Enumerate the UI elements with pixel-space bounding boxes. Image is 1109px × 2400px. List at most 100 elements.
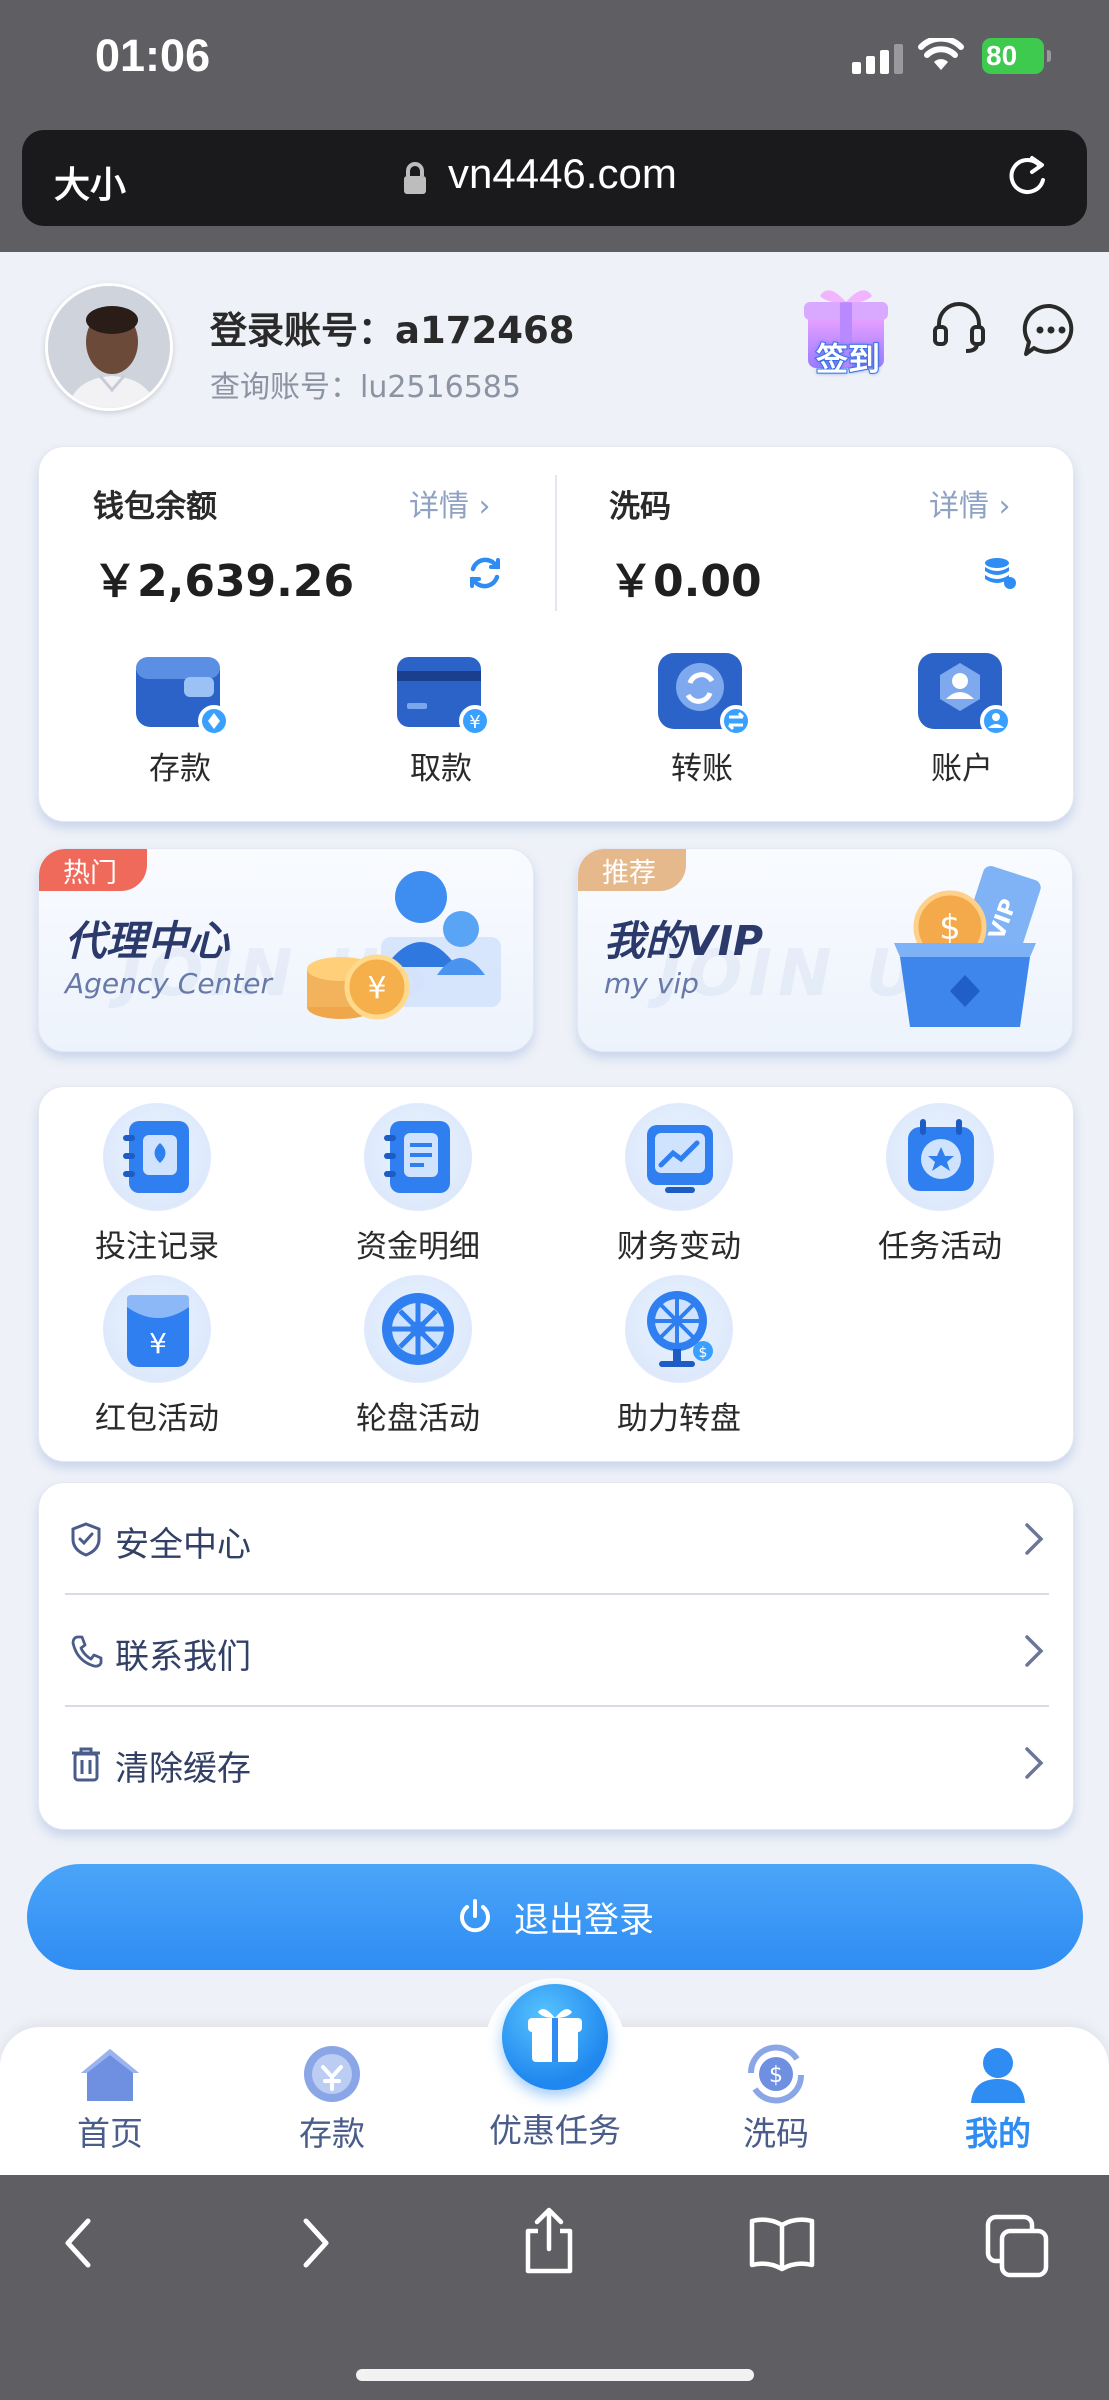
- avatar[interactable]: [45, 283, 173, 411]
- logout-button[interactable]: 退出登录: [27, 1864, 1083, 1970]
- red-packet-icon: ¥: [127, 1295, 189, 1367]
- rebate-detail-link[interactable]: 详情 ›: [929, 481, 1011, 525]
- balance-detail-link[interactable]: 详情 ›: [409, 481, 491, 525]
- transfer-icon: [658, 653, 752, 737]
- tab-promotions[interactable]: [502, 1984, 608, 2090]
- refresh-icon[interactable]: [465, 553, 505, 593]
- database-icon: [985, 558, 1016, 589]
- account-label: 登录账号：a172468: [210, 309, 575, 352]
- share-icon[interactable]: [520, 2205, 578, 2277]
- tabs-icon[interactable]: [984, 2213, 1050, 2279]
- deposit-icon: [304, 2046, 360, 2102]
- settings-list: 安全中心 联系我们 清除缓存: [38, 1482, 1074, 1830]
- boost-wheel-label: 助力转盘: [617, 1401, 741, 1437]
- battery-indicator: 80: [982, 38, 1051, 74]
- agency-center-title: 代理中心: [65, 917, 229, 965]
- tab-home[interactable]: 首页: [30, 2043, 190, 2155]
- agency-illustration-icon: ¥: [307, 871, 501, 1020]
- finance-change-label: 财务变动: [617, 1229, 741, 1265]
- tab-mine-label: 我的: [965, 2114, 1031, 2153]
- bet-record-item[interactable]: 投注记录: [67, 1103, 247, 1266]
- user-icon: [971, 2048, 1025, 2103]
- browser-toolbar: 大小 vn4446.com: [0, 128, 1109, 252]
- status-bar: 01:06 80: [0, 0, 1109, 128]
- transfer-action[interactable]: 转账: [627, 647, 777, 788]
- task-activity-label: 任务活动: [878, 1229, 1002, 1265]
- tab-home-label: 首页: [77, 2114, 143, 2153]
- finance-change-icon: [647, 1125, 713, 1193]
- transfer-label: 转账: [671, 751, 733, 787]
- deposit-action[interactable]: 存款: [105, 647, 255, 788]
- home-indicator: [356, 2369, 754, 2381]
- back-icon[interactable]: [58, 2213, 98, 2273]
- reload-icon[interactable]: [1002, 152, 1052, 202]
- url-text: vn4446.com: [448, 150, 677, 197]
- boost-wheel-item[interactable]: $ 助力转盘: [589, 1275, 769, 1438]
- tab-rebate[interactable]: $ 洗码: [696, 2043, 856, 2155]
- svg-text:¥: ¥: [149, 1327, 167, 1360]
- shield-icon: [71, 1522, 101, 1557]
- roulette-item[interactable]: 轮盘活动: [328, 1275, 508, 1438]
- clear-cache-row[interactable]: 清除缓存: [65, 1707, 1049, 1819]
- contact-us-row[interactable]: 联系我们: [65, 1595, 1049, 1707]
- svg-text:¥: ¥: [469, 712, 480, 733]
- tab-deposit-label: 存款: [299, 2114, 365, 2153]
- address-bar[interactable]: 大小 vn4446.com: [22, 130, 1087, 226]
- balance-title: 钱包余额: [93, 489, 217, 525]
- rebate-amount: ￥0.00: [609, 556, 762, 607]
- account-action[interactable]: 账户: [887, 647, 1037, 788]
- phone-icon: [71, 1635, 103, 1668]
- tab-promotions-label: 优惠任务: [489, 2111, 621, 2150]
- red-packet-item[interactable]: ¥ 红包活动: [67, 1275, 247, 1438]
- my-vip-title: 我的VIP: [604, 917, 764, 965]
- chevron-right-icon: [1025, 1747, 1044, 1779]
- wifi-icon: [918, 38, 964, 70]
- wallet-card: 钱包余额 详情 › ￥2,639.26 洗码 详情 › ￥0.00 存款 ¥ 取…: [38, 446, 1074, 822]
- fund-detail-label: 资金明细: [356, 1229, 480, 1265]
- recommend-badge: 推荐: [578, 849, 686, 891]
- svg-text:$: $: [699, 1345, 708, 1361]
- forward-icon[interactable]: [296, 2213, 336, 2273]
- chevron-right-icon: [1025, 1523, 1044, 1555]
- task-activity-icon: [908, 1119, 974, 1191]
- chat-bubble-icon[interactable]: [1020, 300, 1080, 360]
- account-label-text: 账户: [931, 751, 993, 787]
- bet-record-icon: [123, 1121, 189, 1193]
- logout-label: 退出登录: [513, 1900, 654, 1941]
- status-time: 01:06: [95, 30, 211, 81]
- battery-level: 80: [986, 40, 1018, 71]
- lock-icon: [404, 162, 426, 194]
- roulette-label: 轮盘活动: [356, 1401, 480, 1437]
- tab-deposit[interactable]: 存款: [252, 2043, 412, 2155]
- bet-record-label: 投注记录: [95, 1229, 219, 1265]
- agency-center-banner[interactable]: 热门 JOIN US 代理中心 Agency Center ¥: [38, 848, 534, 1052]
- cellular-signal-icon: [852, 44, 903, 74]
- red-packet-label: 红包活动: [95, 1401, 219, 1437]
- rebate-title: 洗码: [609, 489, 671, 525]
- agency-center-subtitle: Agency Center: [65, 967, 273, 1000]
- account-icon: [918, 653, 1012, 737]
- text-size-button[interactable]: 大小: [54, 156, 126, 208]
- wallet-divider: [555, 475, 557, 611]
- security-center-row[interactable]: 安全中心: [65, 1483, 1049, 1595]
- hot-badge: 热门: [39, 849, 147, 891]
- deposit-wallet-icon: [136, 657, 230, 737]
- withdraw-label: 取款: [410, 751, 472, 787]
- finance-change-item[interactable]: 财务变动: [589, 1103, 769, 1266]
- browser-bottom-toolbar: [0, 2175, 1109, 2400]
- task-activity-item[interactable]: 任务活动: [850, 1103, 1030, 1266]
- contact-us-label: 联系我们: [115, 1637, 251, 1677]
- fund-detail-item[interactable]: 资金明细: [328, 1103, 508, 1266]
- tab-mine[interactable]: 我的: [918, 2043, 1078, 2155]
- trash-icon: [72, 1747, 100, 1782]
- withdraw-action[interactable]: ¥ 取款: [366, 647, 516, 788]
- balance-amount: ￥2,639.26: [93, 556, 355, 607]
- fund-detail-icon: [384, 1121, 450, 1193]
- checkin-label[interactable]: 签到: [808, 334, 888, 380]
- clear-cache-label: 清除缓存: [115, 1749, 251, 1789]
- headset-icon[interactable]: [930, 297, 988, 355]
- my-vip-banner[interactable]: 推荐 JOIN US 我的VIP my vip VIP $: [577, 848, 1073, 1052]
- svg-text:$: $: [939, 908, 961, 948]
- tab-rebate-label: 洗码: [743, 2114, 809, 2153]
- bookmarks-icon[interactable]: [746, 2213, 818, 2273]
